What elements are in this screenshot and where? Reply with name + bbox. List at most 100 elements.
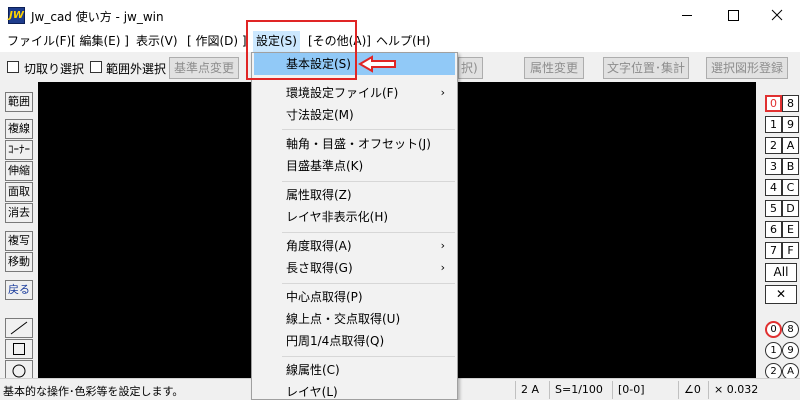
close-icon bbox=[771, 9, 783, 21]
menu-line-attribute-label: 線属性(C) bbox=[286, 363, 340, 377]
status-scale[interactable]: S=1/100 bbox=[549, 381, 612, 399]
layer-group-c[interactable]: C bbox=[782, 179, 799, 196]
layer-8[interactable]: 8 bbox=[782, 321, 799, 338]
menu-get-quarter-point[interactable]: 円周1/4点取得(Q) bbox=[254, 330, 455, 352]
status-message: 基本的な操作･色彩等を設定します。 bbox=[3, 385, 184, 398]
cut-select-label: 切取り選択 bbox=[24, 62, 85, 76]
minimize-icon bbox=[682, 15, 692, 16]
layer-palette: 0 1 2 3 4 5 6 7 8 9 A B C D E F All ✕ 0 … bbox=[756, 82, 800, 380]
layer-1[interactable]: 1 bbox=[765, 342, 782, 359]
menu-get-length-label: 長さ取得(G) bbox=[286, 261, 353, 275]
line-icon bbox=[10, 321, 28, 335]
menu-layer[interactable]: レイヤ(L) bbox=[254, 381, 455, 399]
app-icon: JW bbox=[8, 7, 25, 24]
all-layers-button[interactable]: All bbox=[765, 263, 797, 282]
layer-group-3[interactable]: 3 bbox=[765, 158, 782, 175]
menu-view[interactable]: 表示(V) bbox=[133, 31, 181, 52]
layer-group-a[interactable]: A bbox=[782, 137, 799, 154]
menu-separator bbox=[282, 181, 455, 182]
tool-range[interactable]: 範囲 bbox=[5, 92, 33, 112]
annotation-highlight-box bbox=[246, 20, 357, 80]
tool-chamfer[interactable]: 面取 bbox=[5, 182, 33, 202]
tool-rectangle[interactable] bbox=[5, 339, 33, 359]
attribute-change-button[interactable]: 属性変更 bbox=[524, 57, 584, 79]
menu-get-center-point[interactable]: 中心点取得(P) bbox=[254, 286, 455, 308]
layer-group-e[interactable]: E bbox=[782, 221, 799, 238]
menu-get-length[interactable]: 長さ取得(G) › bbox=[254, 257, 455, 279]
title-bar: JW Jw_cad 使い方 - jw_win bbox=[0, 0, 800, 31]
menu-axis-grid-offset-label: 軸角・目盛・オフセット(J) bbox=[286, 137, 431, 151]
layer-0[interactable]: 0 bbox=[765, 321, 782, 338]
layer-group-1[interactable]: 1 bbox=[765, 116, 782, 133]
menu-get-angle[interactable]: 角度取得(A) › bbox=[254, 235, 455, 257]
minimize-button[interactable] bbox=[664, 0, 710, 31]
layer-group-f[interactable]: F bbox=[782, 242, 799, 259]
layer-group-4[interactable]: 4 bbox=[765, 179, 782, 196]
tool-move[interactable]: 移動 bbox=[5, 252, 33, 272]
outside-select-checkbox[interactable] bbox=[90, 61, 102, 73]
annotation-arrow-icon bbox=[358, 55, 396, 73]
layer-group-6[interactable]: 6 bbox=[765, 221, 782, 238]
menu-dimension-settings[interactable]: 寸法設定(M) bbox=[254, 104, 455, 126]
tool-erase[interactable]: 消去 bbox=[5, 203, 33, 223]
submenu-arrow-icon: › bbox=[440, 239, 445, 252]
menu-axis-grid-offset[interactable]: 軸角・目盛・オフセット(J) bbox=[254, 133, 455, 155]
base-point-change-button[interactable]: 基準点変更 bbox=[169, 57, 239, 79]
menu-get-angle-label: 角度取得(A) bbox=[286, 239, 352, 253]
layer-9[interactable]: 9 bbox=[782, 342, 799, 359]
status-angle[interactable]: ∠0 bbox=[678, 381, 708, 399]
menu-get-attribute[interactable]: 属性取得(Z) bbox=[254, 184, 455, 206]
menu-bar: ファイル(F) [ 編集(E) ] 表示(V) [ 作図(D) ] 設定(S) … bbox=[0, 31, 800, 52]
outside-select-label: 範囲外選択 bbox=[106, 62, 167, 76]
menu-separator bbox=[282, 356, 455, 357]
menu-hide-layer[interactable]: レイヤ非表示化(H) bbox=[254, 206, 455, 228]
tool-line[interactable] bbox=[5, 318, 33, 338]
cross-layers-button[interactable]: ✕ bbox=[765, 285, 797, 304]
text-position-button[interactable]: 文字位置･集計 bbox=[603, 57, 689, 79]
register-shape-button[interactable]: 選択図形登録 bbox=[706, 57, 788, 79]
menu-separator bbox=[282, 232, 455, 233]
cut-select-checkbox[interactable] bbox=[7, 61, 19, 73]
tool-corner[interactable]: ｺｰﾅｰ bbox=[5, 140, 33, 160]
menu-file[interactable]: ファイル(F) bbox=[4, 31, 74, 52]
layer-group-8[interactable]: 8 bbox=[782, 95, 799, 112]
layer-group-d[interactable]: D bbox=[782, 200, 799, 217]
tool-circle[interactable] bbox=[5, 360, 33, 380]
submenu-arrow-icon: › bbox=[440, 261, 445, 274]
partial-select-button[interactable]: 択) bbox=[458, 57, 483, 79]
status-ratio[interactable]: × 0.032 bbox=[708, 381, 796, 399]
status-group[interactable]: [0-0] bbox=[612, 381, 670, 399]
menu-grid-base-point-label: 目盛基準点(K) bbox=[286, 159, 364, 173]
close-button[interactable] bbox=[754, 0, 800, 31]
menu-get-intersection[interactable]: 線上点・交点取得(U) bbox=[254, 308, 455, 330]
tool-parallel-line[interactable]: 複線 bbox=[5, 119, 33, 139]
menu-draw[interactable]: [ 作図(D) ] bbox=[184, 31, 250, 52]
menu-get-center-point-label: 中心点取得(P) bbox=[286, 290, 363, 304]
menu-grid-base-point[interactable]: 目盛基準点(K) bbox=[254, 155, 455, 177]
menu-get-quarter-point-label: 円周1/4点取得(Q) bbox=[286, 334, 385, 348]
layer-group-9[interactable]: 9 bbox=[782, 116, 799, 133]
maximize-icon bbox=[728, 10, 739, 21]
menu-separator bbox=[282, 283, 455, 284]
maximize-button[interactable] bbox=[710, 0, 756, 31]
tool-copy[interactable]: 複写 bbox=[5, 231, 33, 251]
menu-edit[interactable]: [ 編集(E) ] bbox=[68, 31, 132, 52]
rectangle-icon bbox=[13, 343, 25, 355]
tool-stretch[interactable]: 伸縮 bbox=[5, 161, 33, 181]
menu-separator bbox=[282, 129, 455, 130]
layer-group-b[interactable]: B bbox=[782, 158, 799, 175]
menu-line-attribute[interactable]: 線属性(C) bbox=[254, 359, 455, 381]
layer-group-5[interactable]: 5 bbox=[765, 200, 782, 217]
layer-group-7[interactable]: 7 bbox=[765, 242, 782, 259]
layer-group-2[interactable]: 2 bbox=[765, 137, 782, 154]
menu-env-file-label: 環境設定ファイル(F) bbox=[286, 86, 399, 100]
submenu-arrow-icon: › bbox=[440, 86, 445, 99]
left-tool-palette: 範囲 複線 ｺｰﾅｰ 伸縮 面取 消去 複写 移動 戻る bbox=[0, 82, 38, 380]
menu-layer-label: レイヤ(L) bbox=[286, 385, 338, 399]
menu-get-intersection-label: 線上点・交点取得(U) bbox=[286, 312, 401, 326]
menu-env-file[interactable]: 環境設定ファイル(F) › bbox=[254, 82, 455, 104]
menu-help[interactable]: ヘルプ(H) bbox=[373, 31, 433, 52]
status-layer[interactable]: 2 A bbox=[515, 381, 549, 399]
layer-group-0[interactable]: 0 bbox=[765, 95, 782, 112]
tool-undo[interactable]: 戻る bbox=[5, 280, 33, 300]
